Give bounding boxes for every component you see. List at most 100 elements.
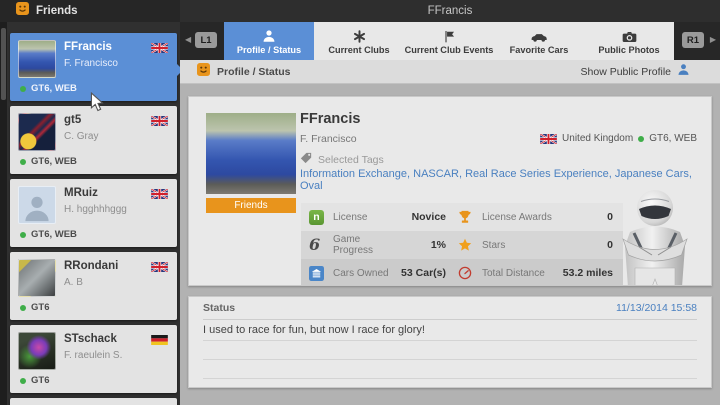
friend-platforms: GT6 [31, 375, 49, 386]
tab-current-club-events[interactable]: Current Club Events [404, 22, 494, 60]
germany-flag-icon [151, 335, 168, 345]
profile-platforms: GT6, WEB [649, 133, 697, 144]
stat-value: 53.2 miles [562, 267, 613, 279]
smiley-icon [16, 2, 29, 20]
speedometer-icon [458, 266, 482, 280]
friend-card-stschack[interactable]: STschack F. raeulein S. GT6 [10, 325, 177, 393]
star-icon [458, 238, 482, 252]
friend-platforms: GT6, WEB [31, 156, 77, 167]
stat-value: 0 [562, 239, 613, 251]
friend-avatar [18, 113, 56, 151]
rule-line [203, 359, 697, 360]
profile-real-name: F. Francisco [300, 133, 357, 145]
camera-icon [622, 28, 637, 43]
tab-label: Current Club Events [405, 45, 494, 55]
uk-flag-icon [540, 134, 557, 144]
selected-tags-label: Selected Tags [318, 154, 384, 166]
friends-panel-title: Friends [36, 5, 78, 17]
profile-card: Friends FFrancis F. Francisco United Kin… [188, 96, 712, 286]
profile-country: United Kingdom [562, 133, 633, 144]
asterisk-icon [353, 28, 366, 43]
page-title: FFrancis [180, 0, 720, 22]
scrollbar-thumb[interactable] [1, 28, 6, 100]
tab-profile-status[interactable]: Profile / Status [224, 22, 314, 60]
uk-flag-icon [151, 116, 168, 126]
profile-avatar [206, 113, 296, 194]
friend-card-gt5[interactable]: gt5 C. Gray GT6, WEB [10, 106, 177, 174]
trophy-icon [458, 210, 482, 224]
status-timestamp: 11/13/2014 15:58 [616, 302, 697, 314]
status-section: Status 11/13/2014 15:58 I used to race f… [188, 296, 712, 388]
title-bar: Friends FFrancis [0, 0, 720, 22]
gt6-icon: 6 [309, 235, 320, 254]
show-public-profile-label: Show Public Profile [581, 66, 671, 78]
flag-icon [443, 28, 456, 43]
stat-value: 0 [562, 211, 613, 223]
status-message: I used to race for fun, but now I race f… [203, 320, 697, 341]
show-public-profile-button[interactable]: Show Public Profile [581, 60, 690, 84]
r1-shoulder-badge[interactable]: R1 [682, 32, 704, 48]
tab-public-photos[interactable]: Public Photos [584, 22, 674, 60]
racer-figure [608, 188, 703, 286]
chevron-left-icon[interactable]: ◀ [185, 35, 191, 44]
stat-label: Stars [482, 240, 562, 251]
chevron-right-icon[interactable]: ▶ [710, 35, 716, 44]
uk-flag-icon [151, 189, 168, 199]
friends-scrollbar[interactable] [0, 22, 7, 405]
stat-row-progress: 6 Game Progress 1% Stars 0 [301, 231, 623, 259]
breadcrumb: Profile / Status [217, 66, 291, 78]
friends-panel-header: Friends [0, 0, 180, 22]
friends-list: FFrancis F. Francisco GT6, WEB gt5 C. Gr… [0, 22, 180, 405]
tab-favorite-cars[interactable]: Favorite Cars [494, 22, 584, 60]
friend-card-rrondani[interactable]: RRondani A. B GT6 [10, 252, 177, 320]
stat-row-cars: Cars Owned 53 Car(s) Total Distance 53.2… [301, 259, 623, 286]
license-icon: n [309, 210, 324, 225]
l1-shoulder-badge[interactable]: L1 [195, 32, 217, 48]
uk-flag-icon [151, 262, 168, 272]
friend-avatar [18, 40, 56, 78]
friend-platforms: GT6, WEB [31, 229, 77, 240]
friend-real-name: H. hgghhhggg [64, 204, 127, 215]
gt6-community-screen: Friends FFrancis FFrancis F. Francisco G… [0, 0, 720, 405]
tab-label: Public Photos [598, 45, 659, 55]
friend-real-name: A. B [64, 277, 83, 288]
friend-real-name: F. Francisco [64, 58, 118, 69]
stat-value: Novice [395, 211, 446, 223]
garage-icon [309, 266, 333, 281]
rule-line [203, 378, 697, 379]
stat-label: License Awards [482, 212, 562, 223]
online-dot [20, 159, 26, 165]
friend-card-mruiz[interactable]: MRuiz H. hgghhhggg GT6, WEB [10, 179, 177, 247]
friend-name: FFrancis [64, 41, 112, 53]
friend-name: RRondani [64, 260, 118, 272]
stat-label: Game Progress [333, 234, 395, 256]
stat-row-license: n License Novice License Awards 0 [301, 203, 623, 231]
stats-table: n License Novice License Awards 0 6 Game… [301, 203, 623, 286]
smiley-icon [197, 63, 210, 81]
stat-label: Total Distance [482, 268, 562, 279]
online-dot [20, 232, 26, 238]
friend-platforms: GT6 [31, 302, 49, 313]
mouse-cursor [90, 92, 104, 112]
online-dot [20, 378, 26, 384]
friend-avatar [18, 186, 56, 224]
friend-real-name: C. Gray [64, 131, 98, 142]
stat-value: 1% [395, 239, 446, 251]
relationship-badge: Friends [206, 198, 296, 213]
friend-real-name: F. raeulein S. [64, 350, 122, 361]
online-dot [20, 305, 26, 311]
status-title: Status [203, 302, 235, 314]
friend-card-partial[interactable] [10, 398, 177, 405]
tab-bar: ◀ L1 Profile / Status Current Clubs Curr… [180, 22, 720, 60]
tab-label: Profile / Status [237, 45, 301, 55]
person-icon [262, 28, 276, 43]
tab-strip: Profile / Status Current Clubs Current C… [224, 22, 674, 60]
person-icon [677, 63, 690, 81]
stat-label: Cars Owned [333, 268, 395, 279]
friend-avatar [18, 332, 56, 370]
friend-card-ffrancis[interactable]: FFrancis F. Francisco GT6, WEB [10, 33, 177, 101]
tab-current-clubs[interactable]: Current Clubs [314, 22, 404, 60]
friend-platforms: GT6, WEB [31, 83, 77, 94]
profile-name: FFrancis [300, 111, 360, 127]
friend-avatar [18, 259, 56, 297]
